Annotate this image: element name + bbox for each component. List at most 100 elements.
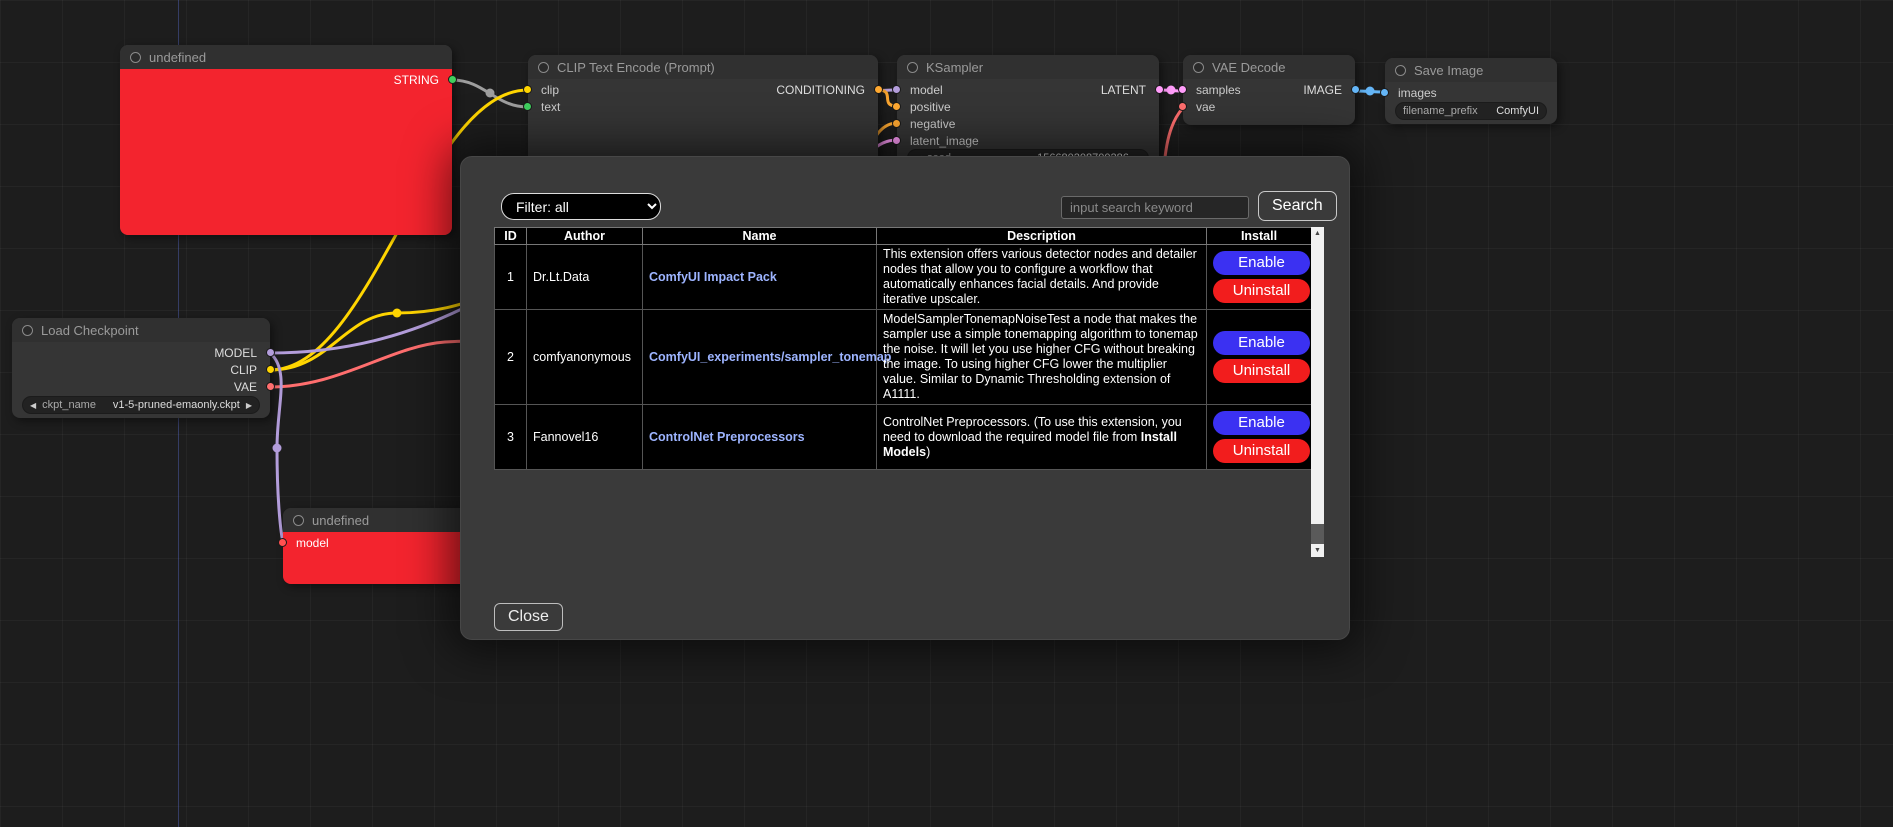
node-ksampler[interactable]: KSampler model positive negative latent_… — [897, 55, 1159, 167]
custom-nodes-manager-dialog: Filter: all Search ID Author Name Descri… — [460, 156, 1350, 640]
node-header[interactable]: undefined — [120, 45, 452, 69]
node-title: CLIP Text Encode (Prompt) — [557, 60, 715, 75]
table-scrollbar[interactable]: ▲ ▼ — [1311, 227, 1324, 557]
close-button[interactable]: Close — [494, 603, 563, 631]
collapse-dot-icon[interactable] — [1193, 62, 1204, 73]
node-graph-canvas[interactable]: undefined STRING CLIP Text Encode (Promp… — [0, 0, 1893, 827]
uninstall-button[interactable]: Uninstall — [1213, 279, 1310, 303]
cell-name: ComfyUI Impact Pack — [643, 245, 877, 310]
header-description: Description — [877, 228, 1207, 245]
node-header[interactable]: Load Checkpoint — [12, 318, 270, 342]
output-dot-clip[interactable] — [266, 365, 275, 374]
node-vae-decode[interactable]: VAE Decode samples vae IMAGE — [1183, 55, 1355, 125]
uninstall-button[interactable]: Uninstall — [1213, 359, 1310, 383]
output-dot-latent[interactable] — [1155, 85, 1164, 94]
collapse-dot-icon[interactable] — [538, 62, 549, 73]
header-id: ID — [495, 228, 527, 245]
cell-description: ControlNet Preprocessors. (To use this e… — [877, 405, 1207, 470]
extensions-table-wrap: ID Author Name Description Install 1 Dr.… — [494, 227, 1324, 557]
scrollbar-up-icon[interactable]: ▲ — [1311, 227, 1324, 240]
input-dot-vae[interactable] — [1178, 102, 1187, 111]
collapse-dot-icon[interactable] — [1395, 65, 1406, 76]
output-dot-vae[interactable] — [266, 382, 275, 391]
cell-author: Fannovel16 — [527, 405, 643, 470]
widget-value: v1-5-pruned-emaonly.ckpt — [113, 399, 240, 411]
search-button[interactable]: Search — [1258, 191, 1337, 221]
input-dot-negative[interactable] — [892, 119, 901, 128]
scrollbar-down-icon[interactable]: ▼ — [1311, 544, 1324, 557]
cell-install: Enable Uninstall — [1207, 405, 1312, 470]
collapse-dot-icon[interactable] — [293, 515, 304, 526]
wire-string-midpoint-dot — [486, 89, 495, 98]
filename-prefix-widget[interactable]: filename_prefix ComfyUI — [1395, 102, 1547, 120]
cell-install: Enable Uninstall — [1207, 310, 1312, 405]
cell-description: This extension offers various detector n… — [877, 245, 1207, 310]
node-save-image[interactable]: Save Image images filename_prefix ComfyU… — [1385, 58, 1557, 124]
output-slot-label: IMAGE — [1303, 83, 1342, 97]
widget-value: ComfyUI — [1496, 105, 1539, 117]
ckpt-name-widget[interactable]: ◀ ckpt_name v1-5-pruned-emaonly.ckpt ▶ — [22, 396, 260, 414]
node-header[interactable]: Save Image — [1385, 58, 1557, 82]
node-title: VAE Decode — [1212, 60, 1285, 75]
input-dot-images[interactable] — [1380, 88, 1389, 97]
wire-image-midpoint-dot — [1366, 87, 1375, 96]
widget-label: filename_prefix — [1403, 105, 1478, 117]
search-input[interactable] — [1061, 196, 1249, 219]
node-header[interactable]: VAE Decode — [1183, 55, 1355, 79]
output-dot-string[interactable] — [448, 75, 457, 84]
output-dot-image[interactable] — [1351, 85, 1360, 94]
collapse-dot-icon[interactable] — [907, 62, 918, 73]
cell-name: ControlNet Preprocessors — [643, 405, 877, 470]
input-dot-model[interactable] — [278, 538, 287, 547]
scrollbar-thumb[interactable] — [1311, 240, 1324, 524]
input-slot-label: negative — [910, 117, 955, 131]
input-dot-text[interactable] — [523, 102, 532, 111]
cell-id: 3 — [495, 405, 527, 470]
uninstall-button[interactable]: Uninstall — [1213, 439, 1310, 463]
input-slot-label: positive — [910, 100, 951, 114]
input-dot-latent-image[interactable] — [892, 136, 901, 145]
output-slot-label: CONDITIONING — [776, 83, 865, 97]
node-body: STRING — [120, 69, 452, 235]
cell-description: ModelSamplerTonemapNoiseTest a node that… — [877, 310, 1207, 405]
header-name: Name — [643, 228, 877, 245]
header-install: Install — [1207, 228, 1312, 245]
cell-id: 1 — [495, 245, 527, 310]
node-header[interactable]: KSampler — [897, 55, 1159, 79]
table-row: 2 comfyanonymous ComfyUI_experiments/sam… — [495, 310, 1312, 405]
wire-string — [452, 80, 528, 107]
extension-link[interactable]: ControlNet Preprocessors — [649, 430, 805, 444]
extensions-table: ID Author Name Description Install 1 Dr.… — [494, 227, 1312, 470]
output-slot-label: LATENT — [1101, 83, 1146, 97]
input-slot-label: images — [1398, 86, 1437, 100]
node-title: undefined — [149, 50, 206, 65]
wire-clip-2-midpoint-dot — [393, 309, 402, 318]
node-title: undefined — [312, 513, 369, 528]
output-slot-label: MODEL — [214, 346, 257, 360]
output-slot-label: STRING — [394, 73, 439, 87]
cell-name: ComfyUI_experiments/sampler_tonemap — [643, 310, 877, 405]
table-row: 3 Fannovel16 ControlNet Preprocessors Co… — [495, 405, 1312, 470]
extension-link[interactable]: ComfyUI_experiments/sampler_tonemap — [649, 350, 891, 364]
cell-author: Dr.Lt.Data — [527, 245, 643, 310]
node-clip-text-encode[interactable]: CLIP Text Encode (Prompt) clip text COND… — [528, 55, 878, 167]
input-slot-label: latent_image — [910, 134, 979, 148]
node-undefined-top[interactable]: undefined STRING — [120, 45, 452, 235]
filter-select[interactable]: Filter: all — [501, 193, 661, 220]
increment-arrow-icon[interactable]: ▶ — [246, 401, 252, 410]
decrement-arrow-icon[interactable]: ◀ — [30, 401, 36, 410]
enable-button[interactable]: Enable — [1213, 411, 1310, 435]
output-dot-conditioning[interactable] — [874, 85, 883, 94]
node-body: clip text CONDITIONING — [528, 79, 878, 167]
node-load-checkpoint[interactable]: Load Checkpoint MODEL CLIP VAE ◀ ckp — [12, 318, 270, 418]
enable-button[interactable]: Enable — [1213, 331, 1310, 355]
node-header[interactable]: CLIP Text Encode (Prompt) — [528, 55, 878, 79]
enable-button[interactable]: Enable — [1213, 251, 1310, 275]
output-dot-model[interactable] — [266, 348, 275, 357]
description-text: ) — [926, 445, 930, 459]
extension-link[interactable]: ComfyUI Impact Pack — [649, 270, 777, 284]
input-dot-positive[interactable] — [892, 102, 901, 111]
collapse-dot-icon[interactable] — [22, 325, 33, 336]
cell-author: comfyanonymous — [527, 310, 643, 405]
collapse-dot-icon[interactable] — [130, 52, 141, 63]
